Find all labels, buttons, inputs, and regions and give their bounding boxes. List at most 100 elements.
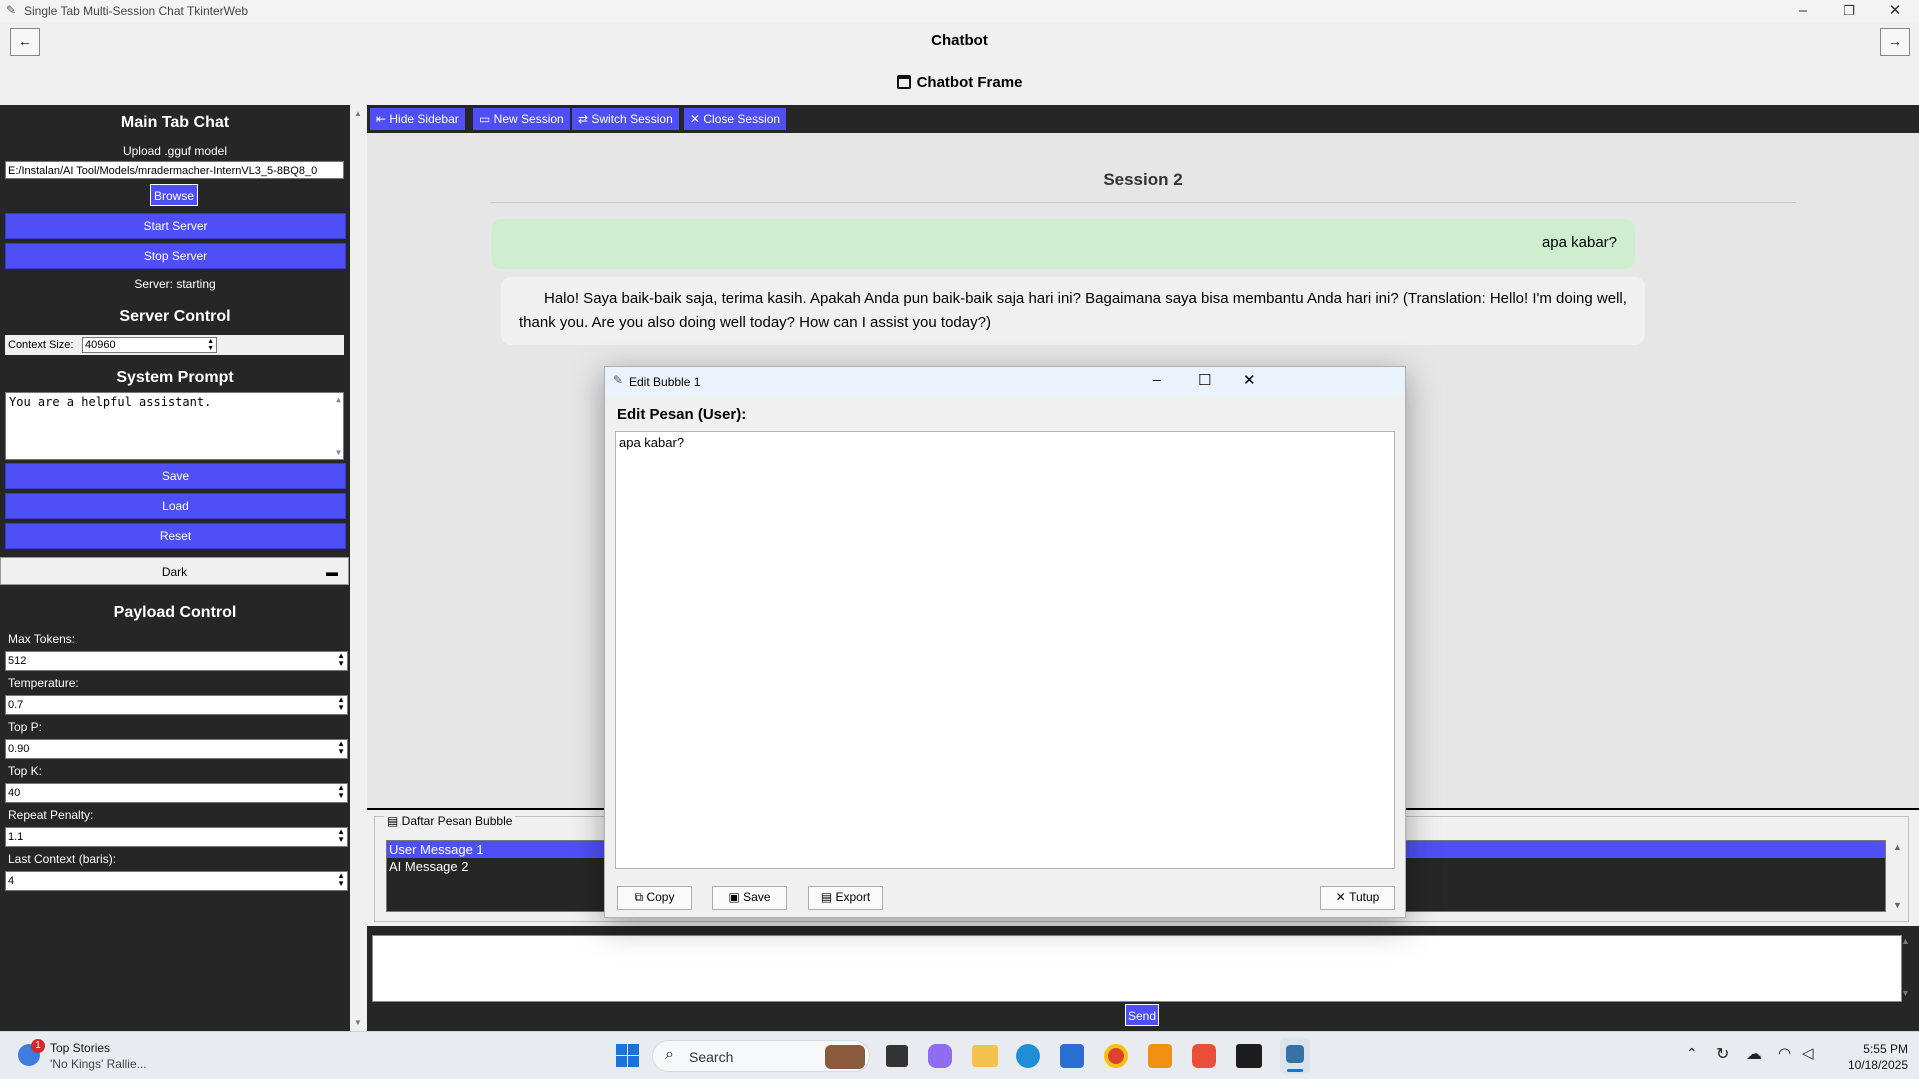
top-p-spinbox[interactable]: 0.90 ▲ ▼	[5, 739, 348, 759]
tutup-button[interactable]: ✕ Tutup	[1320, 886, 1395, 910]
ai-message-bubble[interactable]: Halo! Saya baik-baik saja, terima kasih.…	[501, 277, 1645, 345]
divider	[491, 202, 1796, 203]
app-feather-icon: ✎	[6, 3, 17, 17]
terminal-icon[interactable]	[1236, 1044, 1262, 1068]
new-session-button[interactable]: ▭ New Session	[473, 108, 570, 130]
forward-button[interactable]: →	[1880, 28, 1910, 56]
browse-button[interactable]: Browse	[150, 184, 198, 206]
spin-arrows-icon[interactable]: ▲ ▼	[337, 872, 345, 888]
scroll-up-icon[interactable]: ▲	[336, 395, 341, 404]
close-window-button[interactable]: ✕	[1872, 0, 1918, 23]
save-icon: ▣	[728, 890, 744, 904]
context-size-row: Context Size: 40960 ▲ ▼	[5, 335, 344, 355]
active-app-highlight[interactable]	[1280, 1038, 1310, 1074]
scroll-down-icon[interactable]: ▼	[1901, 988, 1910, 998]
spin-arrows-icon[interactable]: ▲ ▼	[207, 338, 214, 352]
temperature-value: 0.7	[8, 699, 24, 711]
minimize-button[interactable]: –	[1780, 0, 1826, 23]
windows-start-icon[interactable]	[616, 1044, 640, 1068]
task-view-icon[interactable]	[886, 1045, 908, 1067]
payload-control-title: Payload Control	[113, 604, 237, 621]
active-indicator	[1287, 1069, 1303, 1072]
cloud-off-icon[interactable]: ☁	[1746, 1044, 1762, 1064]
news-title[interactable]: Top Stories	[50, 1041, 110, 1055]
max-tokens-spinbox[interactable]: 512 ▲ ▼	[5, 651, 348, 671]
chrome-icon[interactable]	[1104, 1044, 1128, 1068]
top-k-spinbox[interactable]: 40 ▲ ▼	[5, 783, 348, 803]
system-prompt-text: You are a helpful assistant.	[9, 395, 212, 409]
spin-arrows-icon[interactable]: ▲ ▼	[337, 828, 345, 844]
sublime-text-icon[interactable]	[1148, 1044, 1172, 1068]
spin-arrows-icon[interactable]: ▲ ▼	[337, 652, 345, 668]
scroll-down-icon[interactable]: ▼	[336, 448, 341, 457]
python-icon	[1286, 1045, 1304, 1063]
session-toolbar: ⇤ Hide Sidebar ▭ New Session ⇄ Switch Se…	[367, 105, 1919, 133]
spin-arrows-icon[interactable]: ▲ ▼	[337, 784, 345, 800]
dialog-close-button[interactable]: ✕	[1243, 371, 1256, 389]
bubble-list-title: ▤ Daftar Pesan Bubble	[384, 814, 516, 828]
sidebar: Main Tab Chat Upload .gguf model E:/Inst…	[0, 105, 350, 1031]
volume-icon[interactable]: ◁	[1802, 1044, 1814, 1062]
last-context-spinbox[interactable]: 4 ▲ ▼	[5, 871, 348, 891]
scroll-up-icon[interactable]: ▲	[1901, 936, 1910, 946]
scroll-down-icon[interactable]: ▼	[354, 1018, 362, 1027]
message-input[interactable]	[372, 935, 1902, 1002]
close-icon: ✕	[1335, 890, 1350, 904]
copy-button[interactable]: ⧉ Copy	[617, 886, 692, 910]
restore-button[interactable]: ❐	[1826, 0, 1872, 23]
file-explorer-icon[interactable]	[972, 1045, 998, 1067]
save-button[interactable]: ▣ Save	[712, 886, 787, 910]
repeat-penalty-spinbox[interactable]: 1.1 ▲ ▼	[5, 827, 348, 847]
window-title: Single Tab Multi-Session Chat TkinterWeb	[24, 4, 249, 18]
sync-icon[interactable]: ↻	[1716, 1044, 1729, 1064]
copilot-icon[interactable]	[928, 1044, 952, 1068]
start-server-button[interactable]: Start Server	[5, 213, 346, 239]
close-session-button[interactable]: ✕ Close Session	[684, 108, 787, 130]
news-badge: 1	[31, 1039, 45, 1053]
scroll-up-icon[interactable]: ▲	[354, 109, 362, 118]
wifi-icon[interactable]: ◠	[1778, 1044, 1791, 1062]
system-prompt-textarea[interactable]: You are a helpful assistant. ▲ ▼	[5, 392, 344, 460]
message-input-panel: ▲ ▼	[367, 926, 1919, 1004]
scroll-down-icon[interactable]: ▼	[1893, 900, 1902, 910]
export-label: Export	[835, 890, 871, 904]
edit-textarea[interactable]: apa kabar?	[615, 431, 1395, 869]
send-row: Send	[367, 1004, 1919, 1031]
spin-arrows-icon[interactable]: ▲ ▼	[337, 696, 345, 712]
context-size-spinbox[interactable]: 40960 ▲ ▼	[82, 337, 217, 353]
clock-date[interactable]: 10/18/2025	[1828, 1058, 1908, 1072]
edit-bubble-dialog: ✎ Edit Bubble 1 – ☐ ✕ Edit Pesan (User):…	[604, 366, 1406, 918]
export-button[interactable]: ▤ Export	[808, 886, 883, 910]
app-icon[interactable]	[1192, 1044, 1216, 1068]
save-prompt-button[interactable]: Save	[5, 463, 346, 489]
session-title: Session 2	[1103, 170, 1183, 189]
load-prompt-button[interactable]: Load	[5, 493, 346, 519]
clock-time[interactable]: 5:55 PM	[1828, 1042, 1908, 1056]
send-button[interactable]: Send	[1125, 1004, 1159, 1026]
sidebar-scrollbar[interactable]: ▲ ▼	[350, 105, 367, 1031]
taskbar-search-box[interactable]: ⌕ Search	[652, 1040, 870, 1072]
window-icon	[896, 75, 911, 89]
edge-browser-icon[interactable]	[1016, 1044, 1040, 1068]
chevron-up-icon[interactable]: ⌃	[1686, 1045, 1698, 1062]
reset-prompt-button[interactable]: Reset	[5, 523, 346, 549]
dropdown-indicator-icon: ▬	[326, 565, 338, 579]
model-path-input[interactable]: E:/Instalan/AI Tool/Models/mradermacher-…	[5, 161, 344, 179]
spin-arrows-icon[interactable]: ▲ ▼	[337, 740, 345, 756]
dialog-minimize-button[interactable]: –	[1153, 371, 1161, 387]
hide-sidebar-button[interactable]: ⇤ Hide Sidebar	[370, 108, 465, 130]
temperature-spinbox[interactable]: 0.7 ▲ ▼	[5, 695, 348, 715]
theme-value: Dark	[161, 565, 188, 579]
top-k-label: Top K:	[8, 764, 43, 778]
dialog-maximize-button[interactable]: ☐	[1198, 371, 1211, 389]
stop-server-button[interactable]: Stop Server	[5, 243, 346, 269]
copy-label: Copy	[646, 890, 675, 904]
theme-dropdown[interactable]: Dark ▬	[0, 557, 349, 585]
switch-session-button[interactable]: ⇄ Switch Session	[572, 108, 679, 130]
user-message-bubble[interactable]: apa kabar?	[491, 219, 1635, 269]
dialog-title-bar: ✎ Edit Bubble 1 – ☐ ✕	[605, 367, 1405, 396]
scroll-up-icon[interactable]: ▲	[1893, 842, 1902, 852]
store-icon[interactable]	[1060, 1044, 1084, 1068]
close-icon: ✕	[690, 112, 704, 126]
news-subtitle[interactable]: 'No Kings' Rallie...	[50, 1057, 147, 1071]
